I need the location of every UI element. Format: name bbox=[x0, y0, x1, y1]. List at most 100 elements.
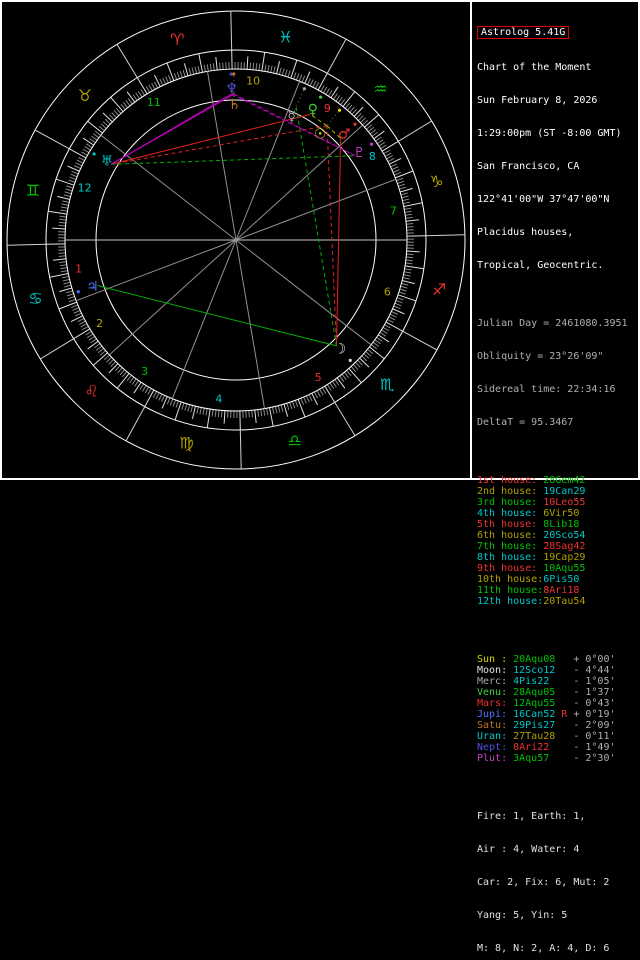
planet-degree-dot bbox=[232, 72, 235, 75]
sagittarius-icon: ♐ bbox=[432, 280, 446, 299]
planet-degree-dot bbox=[319, 96, 322, 99]
planet-position: 16Can52 bbox=[513, 709, 555, 720]
planet-row: Jupi: 16Can52 R + 0°19' bbox=[477, 709, 636, 720]
planet-name: Venu: bbox=[477, 687, 513, 698]
house-row: 7th house: 28Sag42 bbox=[477, 541, 636, 552]
planet-position: 12Sco12 bbox=[513, 665, 555, 676]
house-cusp-value: 10Aqu55 bbox=[543, 563, 585, 574]
retrograde-flag bbox=[555, 687, 567, 698]
house-number-2: 2 bbox=[96, 317, 103, 330]
house-label: 12th house: bbox=[477, 596, 543, 607]
house-cusp-value: 28Sag42 bbox=[543, 541, 585, 552]
house-row: 5th house: 8Lib18 bbox=[477, 519, 636, 530]
pisces-icon: ♓ bbox=[278, 27, 292, 46]
house-cusp-value: 19Can29 bbox=[543, 486, 585, 497]
delta-t: DeltaT = 95.3467 bbox=[477, 417, 636, 428]
aspect-moon-mars bbox=[336, 138, 340, 346]
planet-row: Merc: 4Pis22 - 1°05' bbox=[477, 676, 636, 687]
house-number-8: 8 bbox=[369, 150, 376, 163]
house-label: 5th house: bbox=[477, 519, 543, 530]
planet-name: Moon: bbox=[477, 665, 513, 676]
leo-icon: ♌ bbox=[84, 382, 98, 401]
virgo-icon: ♍ bbox=[179, 434, 193, 453]
house-cusp-value: 28Gem42 bbox=[543, 475, 585, 486]
planet-name: Plut: bbox=[477, 753, 513, 764]
planet-row: Sun : 20Aqu08 + 0°00' bbox=[477, 654, 636, 665]
house-label: 9th house: bbox=[477, 563, 543, 574]
planet-latitude: - 0°11' bbox=[567, 731, 615, 742]
taurus-icon: ♉ bbox=[78, 86, 92, 105]
planet-glyphs: ♆♅♃☽♇♂☉♀☿♄ bbox=[77, 72, 373, 362]
planet-position: 4Pis22 bbox=[513, 676, 555, 687]
cancer-icon: ♋ bbox=[28, 289, 42, 308]
house-number-3: 3 bbox=[141, 365, 148, 378]
planet-row: Moon: 12Sco12 - 4°44' bbox=[477, 665, 636, 676]
app-title: Astrolog 5.41G bbox=[477, 26, 569, 39]
planet-position: 27Tau28 bbox=[513, 731, 555, 742]
retrograde-flag bbox=[555, 720, 567, 731]
aspect-venu-uran bbox=[111, 114, 310, 164]
house-number-5: 5 bbox=[315, 371, 322, 384]
planet-venu-icon: ♀ bbox=[308, 102, 318, 118]
house-row: 12th house:20Tau54 bbox=[477, 596, 636, 607]
planet-latitude: - 1°49' bbox=[567, 742, 615, 753]
planet-row: Satu: 29Pis27 - 2°09' bbox=[477, 720, 636, 731]
planet-name: Jupi: bbox=[477, 709, 513, 720]
house-label: 3rd house: bbox=[477, 497, 543, 508]
element-count-air-water: Air : 4, Water: 4 bbox=[477, 844, 636, 855]
planet-row: Nept: 0Ari22 - 1°49' bbox=[477, 742, 636, 753]
house-label: 10th house: bbox=[477, 574, 543, 585]
planet-satu-icon: ♄ bbox=[228, 97, 241, 113]
chart-area[interactable]: ♈♉♊♋♌♍♎♏♐♑♒♓123456789101112♆♅♃☽♇♂☉♀☿♄ bbox=[2, 2, 470, 478]
planet-name: Satu: bbox=[477, 720, 513, 731]
planet-merc-icon: ☿ bbox=[287, 109, 296, 125]
planet-position: 28Aqu05 bbox=[513, 687, 555, 698]
planet-plut-icon: ♇ bbox=[353, 145, 366, 161]
chart-location: San Francisco, CA bbox=[477, 161, 636, 172]
retrograde-flag bbox=[555, 665, 567, 676]
aspect-uran-plut bbox=[111, 156, 355, 165]
sidereal-time: Sidereal time: 22:34:16 bbox=[477, 384, 636, 395]
aspect-moon-jupi bbox=[97, 286, 336, 346]
chart-coordinates: 122°41'00"W 37°47'00"N bbox=[477, 194, 636, 205]
planet-degree-dot bbox=[92, 152, 95, 155]
planet-jupi-icon: ♃ bbox=[86, 279, 99, 295]
house-row: 8th house: 19Cap29 bbox=[477, 552, 636, 563]
planet-latitude: - 1°37' bbox=[567, 687, 615, 698]
house-cusp-value: 10Leo55 bbox=[543, 497, 585, 508]
planet-latitude: - 1°05' bbox=[567, 676, 615, 687]
planet-sun-icon: ☉ bbox=[314, 126, 327, 142]
planet-latitude: - 0°43' bbox=[567, 698, 615, 709]
house-row: 6th house: 20Sco54 bbox=[477, 530, 636, 541]
planet-row: Mars: 12Aqu55 - 0°43' bbox=[477, 698, 636, 709]
house-row: 9th house: 10Aqu55 bbox=[477, 563, 636, 574]
house-label: 6th house: bbox=[477, 530, 543, 541]
house-label: 11th house: bbox=[477, 585, 543, 596]
planet-name: Merc: bbox=[477, 676, 513, 687]
planet-degree-dot bbox=[353, 123, 356, 126]
planet-position: 20Aqu08 bbox=[513, 654, 555, 665]
planet-mars-icon: ♂ bbox=[338, 127, 351, 143]
aspect-moon-sun bbox=[327, 126, 336, 346]
planet-latitude: - 2°30' bbox=[567, 753, 615, 764]
planet-latitude: - 2°09' bbox=[567, 720, 615, 731]
yang-yin-counts: Yang: 5, Yin: 5 bbox=[477, 910, 636, 921]
retrograde-flag bbox=[555, 676, 567, 687]
zodiac-system: Tropical, Geocentric. bbox=[477, 260, 636, 271]
chart-wheel[interactable]: ♈♉♊♋♌♍♎♏♐♑♒♓123456789101112♆♅♃☽♇♂☉♀☿♄ bbox=[2, 2, 470, 478]
planet-name: Uran: bbox=[477, 731, 513, 742]
planet-position: 12Aqu55 bbox=[513, 698, 555, 709]
house-label: 4th house: bbox=[477, 508, 543, 519]
house-cusp-value: 6Pis50 bbox=[543, 574, 579, 585]
retrograde-flag bbox=[555, 654, 567, 665]
planet-degree-dot bbox=[370, 143, 373, 146]
house-number-7: 7 bbox=[390, 205, 397, 218]
house-number-6: 6 bbox=[384, 285, 391, 298]
planet-degree-dot bbox=[77, 290, 80, 293]
house-cusps: 123456789101112 bbox=[65, 71, 407, 408]
retrograde-flag bbox=[555, 742, 567, 753]
retrograde-flag bbox=[555, 753, 567, 764]
house-label: 7th house: bbox=[477, 541, 543, 552]
planet-row: Plut: 3Aqu57 - 2°30' bbox=[477, 753, 636, 764]
house-number-12: 12 bbox=[78, 182, 92, 195]
